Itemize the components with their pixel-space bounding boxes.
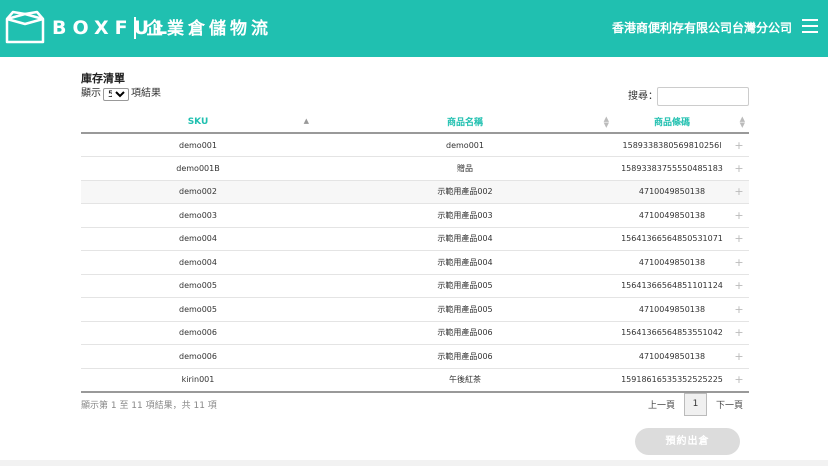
sku-cell: demo003 xyxy=(81,203,315,228)
name-cell: 示範用產品006 xyxy=(315,344,615,369)
barcode-cell: 15893383755550485183 xyxy=(615,156,729,181)
page-size-select[interactable]: 50 xyxy=(103,87,129,101)
expand-row-icon[interactable]: + xyxy=(729,250,749,275)
table-row[interactable]: demo006 示範用產品006 4710049850138 + xyxy=(81,344,749,369)
brand-divider xyxy=(134,17,136,39)
column-header-sku[interactable]: SKU ▲ xyxy=(81,111,315,134)
expand-row-icon[interactable]: + xyxy=(729,321,749,345)
expand-row-icon[interactable]: + xyxy=(729,227,749,251)
table-row[interactable]: demo002 示範用產品002 4710049850138 + xyxy=(81,180,749,204)
box-logo-icon[interactable] xyxy=(4,10,46,46)
column-header-barcode[interactable]: 商品條碼 xyxy=(615,111,729,134)
name-cell: 示範用產品006 xyxy=(315,321,615,345)
name-cell: 示範用產品005 xyxy=(315,274,615,298)
name-cell: demo001 xyxy=(315,133,615,157)
expand-row-icon[interactable]: + xyxy=(729,297,749,322)
name-cell: 示範用產品002 xyxy=(315,180,615,204)
expand-row-icon[interactable]: + xyxy=(729,344,749,369)
column-header-expand: ▲ ▼ xyxy=(729,111,749,134)
sku-cell: demo002 xyxy=(81,180,315,204)
sku-cell: demo004 xyxy=(81,227,315,251)
next-page-link[interactable]: 下一頁 xyxy=(716,400,743,412)
name-cell: 贈品 xyxy=(315,156,615,181)
search-input[interactable] xyxy=(657,87,749,106)
table-row[interactable]: demo004 示範用產品004 4710049850138 + xyxy=(81,250,749,275)
barcode-cell: 15641366564853551042 xyxy=(615,321,729,345)
sort-icon: ▲ ▼ xyxy=(739,115,745,129)
expand-row-icon[interactable]: + xyxy=(729,203,749,228)
barcode-cell: 4710049850138 xyxy=(615,180,729,204)
sku-cell: demo006 xyxy=(81,321,315,345)
barcode-cell: 15641366564850531071 xyxy=(615,227,729,251)
name-cell: 示範用產品004 xyxy=(315,227,615,251)
name-cell: 示範用產品005 xyxy=(315,297,615,322)
column-header-name[interactable]: 商品名稱 ▲ ▼ xyxy=(315,111,615,134)
table-row[interactable]: demo003 示範用產品003 4710049850138 + xyxy=(81,203,749,228)
sku-cell: demo005 xyxy=(81,274,315,298)
sku-cell: demo001B xyxy=(81,156,315,181)
sort-icon: ▲ ▼ xyxy=(603,115,609,129)
previous-page-link[interactable]: 上一頁 xyxy=(648,400,675,412)
page-size-control: 顯示 50 項結果 xyxy=(81,87,161,101)
hamburger-menu-icon[interactable] xyxy=(802,18,818,34)
table-row[interactable]: demo005 示範用產品005 4710049850138 + xyxy=(81,297,749,322)
table-row[interactable]: demo005 示範用產品005 15641366564851101124 + xyxy=(81,274,749,298)
search-label: 搜尋： xyxy=(628,91,658,102)
table-row[interactable]: demo001B 贈品 15893383755550485183 + xyxy=(81,156,749,181)
name-cell: 示範用產品004 xyxy=(315,250,615,275)
page-number-button[interactable]: 1 xyxy=(684,393,707,416)
reserve-outbound-button[interactable]: 預約出倉 xyxy=(635,428,740,455)
sku-cell: demo004 xyxy=(81,250,315,275)
expand-row-icon[interactable]: + xyxy=(729,274,749,298)
barcode-cell: 4710049850138 xyxy=(615,297,729,322)
sku-cell: demo005 xyxy=(81,297,315,322)
expand-row-icon[interactable]: + xyxy=(729,133,749,157)
expand-row-icon[interactable]: + xyxy=(729,180,749,204)
barcode-cell: 4710049850138 xyxy=(615,250,729,275)
name-cell: 示範用產品003 xyxy=(315,203,615,228)
barcode-cell: 15918616535352525225 xyxy=(615,368,729,393)
barcode-cell: 15641366564851101124 xyxy=(615,274,729,298)
table-row[interactable]: kirin001 午後紅茶 15918616535352525225 + xyxy=(81,368,749,393)
barcode-cell: 4710049850138 xyxy=(615,203,729,228)
sku-cell: demo006 xyxy=(81,344,315,369)
name-cell: 午後紅茶 xyxy=(315,368,615,393)
inventory-table: SKU ▲ 商品名稱 ▲ ▼ 商品條碼 ▲ ▼ demo001 demo001 158933… xyxy=(81,111,749,393)
show-suffix-label: 項結果 xyxy=(131,88,161,99)
table-row[interactable]: demo006 示範用產品006 15641366564853551042 + xyxy=(81,321,749,345)
sku-cell: demo001 xyxy=(81,133,315,157)
bottom-bar xyxy=(0,460,828,466)
sku-cell: kirin001 xyxy=(81,368,315,393)
page-title: 庫存清單 xyxy=(81,72,125,85)
barcode-cell: 1589338380569810256l xyxy=(615,133,729,157)
brand-subtitle: 企業倉儲物流 xyxy=(146,19,272,39)
table-row[interactable]: demo001 demo001 1589338380569810256l + xyxy=(81,133,749,157)
show-prefix-label: 顯示 xyxy=(81,88,101,99)
barcode-cell: 4710049850138 xyxy=(615,344,729,369)
company-name: 香港商便利存有限公司台灣分公司 xyxy=(611,21,792,35)
sort-asc-icon: ▲ xyxy=(303,117,309,125)
table-info: 顯示第 1 至 11 項結果，共 11 項 xyxy=(81,401,217,411)
top-header: BOXFUL 企業倉儲物流 香港商便利存有限公司台灣分公司 xyxy=(0,0,828,57)
table-row[interactable]: demo004 示範用產品004 15641366564850531071 + xyxy=(81,227,749,251)
expand-row-icon[interactable]: + xyxy=(729,368,749,393)
expand-row-icon[interactable]: + xyxy=(729,156,749,181)
